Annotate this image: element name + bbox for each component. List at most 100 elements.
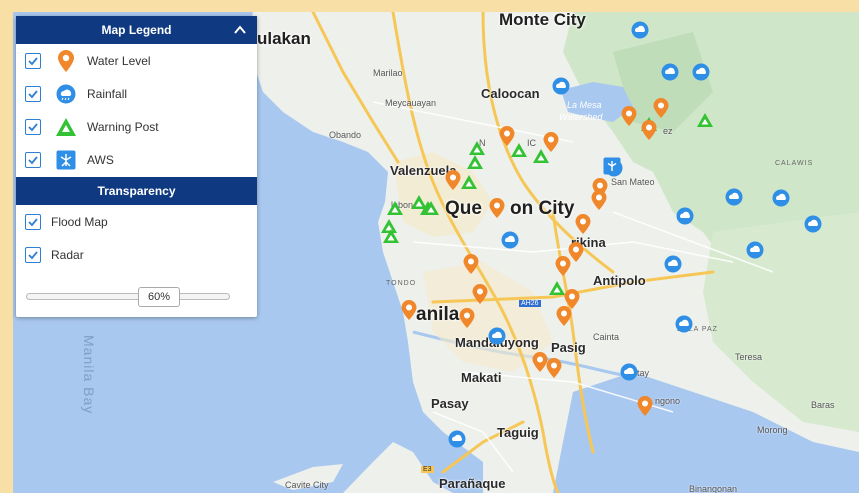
water-level-marker[interactable] — [620, 105, 638, 127]
water-level-checkbox[interactable] — [25, 52, 41, 69]
rainfall-marker[interactable] — [725, 188, 743, 206]
rainfall-marker[interactable] — [675, 315, 693, 333]
rainfall-marker[interactable] — [501, 231, 519, 249]
water-level-marker[interactable] — [471, 283, 489, 305]
place-caloocan: Caloocan — [481, 86, 540, 101]
warning-post-checkbox[interactable] — [25, 118, 41, 135]
place-tondo: TONDO — [386, 280, 417, 287]
place-obando: Obando — [329, 130, 362, 140]
radar-label: Radar — [51, 247, 84, 262]
place-manila-bay: Manila Bay — [81, 335, 97, 415]
water-level-marker[interactable] — [444, 169, 462, 191]
water-level-marker[interactable] — [652, 97, 670, 119]
opacity-slider[interactable]: 60% — [26, 287, 230, 307]
water-level-marker[interactable] — [462, 253, 480, 275]
place-pasay: Pasay — [431, 396, 469, 411]
legend-item-aws[interactable]: AWS — [16, 143, 257, 176]
legend-title: Map Legend — [101, 23, 172, 37]
place-morong: Morong — [757, 425, 788, 435]
overlay-item-radar[interactable]: Radar — [16, 238, 257, 271]
place-la-mesa: La Mesa — [567, 100, 602, 110]
water-level-marker[interactable] — [488, 197, 506, 219]
place-watershed: Watershed — [559, 112, 603, 122]
place-baras: Baras — [811, 400, 835, 410]
warning-post-marker[interactable] — [382, 228, 400, 244]
water-level-icon — [55, 49, 77, 72]
transparency-header: Transparency — [16, 177, 257, 205]
legend-item-warning-post[interactable]: Warning Post — [16, 110, 257, 143]
place-binangonan: Binangonan — [689, 484, 738, 493]
water-level-marker[interactable] — [458, 307, 476, 329]
rainfall-marker[interactable] — [772, 189, 790, 207]
warning-post-marker[interactable] — [696, 112, 714, 128]
rainfall-marker[interactable] — [664, 255, 682, 273]
water-level-marker[interactable] — [555, 305, 573, 327]
place-meycauayan: Meycauayan — [385, 98, 437, 108]
water-level-marker[interactable] — [542, 131, 560, 153]
rainfall-marker[interactable] — [631, 21, 649, 39]
rainfall-icon — [55, 83, 77, 105]
place-paranaque: Parañaque — [439, 476, 506, 491]
warning-post-marker[interactable] — [386, 200, 404, 216]
opacity-slider-handle[interactable]: 60% — [138, 287, 180, 307]
legend-header: Map Legend — [16, 16, 257, 44]
warning-post-icon — [55, 116, 77, 138]
rainfall-marker[interactable] — [620, 363, 638, 381]
place-ah26: AH26 — [519, 300, 541, 307]
warning-post-marker[interactable] — [466, 154, 484, 170]
water-level-label: Water Level — [87, 53, 151, 68]
water-level-marker[interactable] — [498, 125, 516, 147]
screenshot-frame: Monte City ulakan Marilao Meycauayan Cal… — [0, 0, 859, 493]
place-e3: E3 — [421, 466, 434, 473]
aws-checkbox[interactable] — [25, 151, 41, 168]
place-teresa: Teresa — [735, 352, 763, 362]
place-antipolo: Antipolo — [593, 273, 646, 288]
water-level-marker[interactable] — [590, 189, 608, 211]
place-san-mateo: San Mateo — [611, 177, 655, 187]
flood-map-label: Flood Map — [51, 214, 108, 229]
place-makati: Makati — [461, 370, 502, 385]
place-cainta: Cainta — [593, 332, 620, 342]
place-bulakan: ulakan — [257, 29, 311, 48]
place-fernandez: ez — [663, 126, 673, 136]
opacity-slider-track[interactable] — [26, 293, 230, 300]
rainfall-marker[interactable] — [661, 63, 679, 81]
overlay-item-flood-map[interactable]: Flood Map — [16, 205, 257, 238]
rainfall-label: Rainfall — [87, 86, 128, 101]
warning-post-marker[interactable] — [422, 200, 440, 216]
water-level-marker[interactable] — [545, 357, 563, 379]
rainfall-marker[interactable] — [746, 241, 764, 259]
aws-marker[interactable] — [603, 157, 621, 175]
water-level-marker[interactable] — [574, 213, 592, 235]
rainfall-marker[interactable] — [676, 207, 694, 225]
rainfall-marker[interactable] — [552, 77, 570, 95]
place-quezon-city-a: Que — [445, 198, 482, 219]
water-level-marker[interactable] — [636, 395, 654, 417]
aws-icon — [55, 149, 77, 171]
warning-post-marker[interactable] — [460, 174, 478, 190]
rainfall-marker[interactable] — [448, 430, 466, 448]
rainfall-marker[interactable] — [804, 215, 822, 233]
place-quezon-city-b: on City — [510, 198, 575, 219]
water-level-marker[interactable] — [554, 255, 572, 277]
legend-item-water-level[interactable]: Water Level — [16, 44, 257, 77]
rainfall-checkbox[interactable] — [25, 85, 41, 102]
water-level-marker[interactable] — [640, 119, 658, 141]
rainfall-marker[interactable] — [692, 63, 710, 81]
place-angono: ngono — [655, 396, 681, 406]
water-level-marker[interactable] — [400, 299, 418, 321]
place-manila: anila — [416, 304, 460, 325]
map-legend-panel: Map Legend Water Level Rainfall Warning … — [16, 16, 257, 317]
place-taguig: Taguig — [497, 425, 539, 440]
radar-checkbox[interactable] — [25, 246, 41, 263]
rainfall-marker[interactable] — [488, 327, 506, 345]
legend-item-rainfall[interactable]: Rainfall — [16, 77, 257, 110]
place-calawis: CALAWIS — [775, 160, 814, 167]
place-cavite-city: Cavite City — [285, 480, 329, 490]
place-pasig: Pasig — [551, 340, 586, 355]
chevron-up-icon[interactable] — [233, 23, 247, 37]
place-marilao: Marilao — [373, 68, 403, 78]
flood-map-checkbox[interactable] — [25, 213, 41, 230]
place-monte-city: Monte City — [499, 12, 586, 29]
place-novaliches-2: IC — [527, 138, 536, 148]
